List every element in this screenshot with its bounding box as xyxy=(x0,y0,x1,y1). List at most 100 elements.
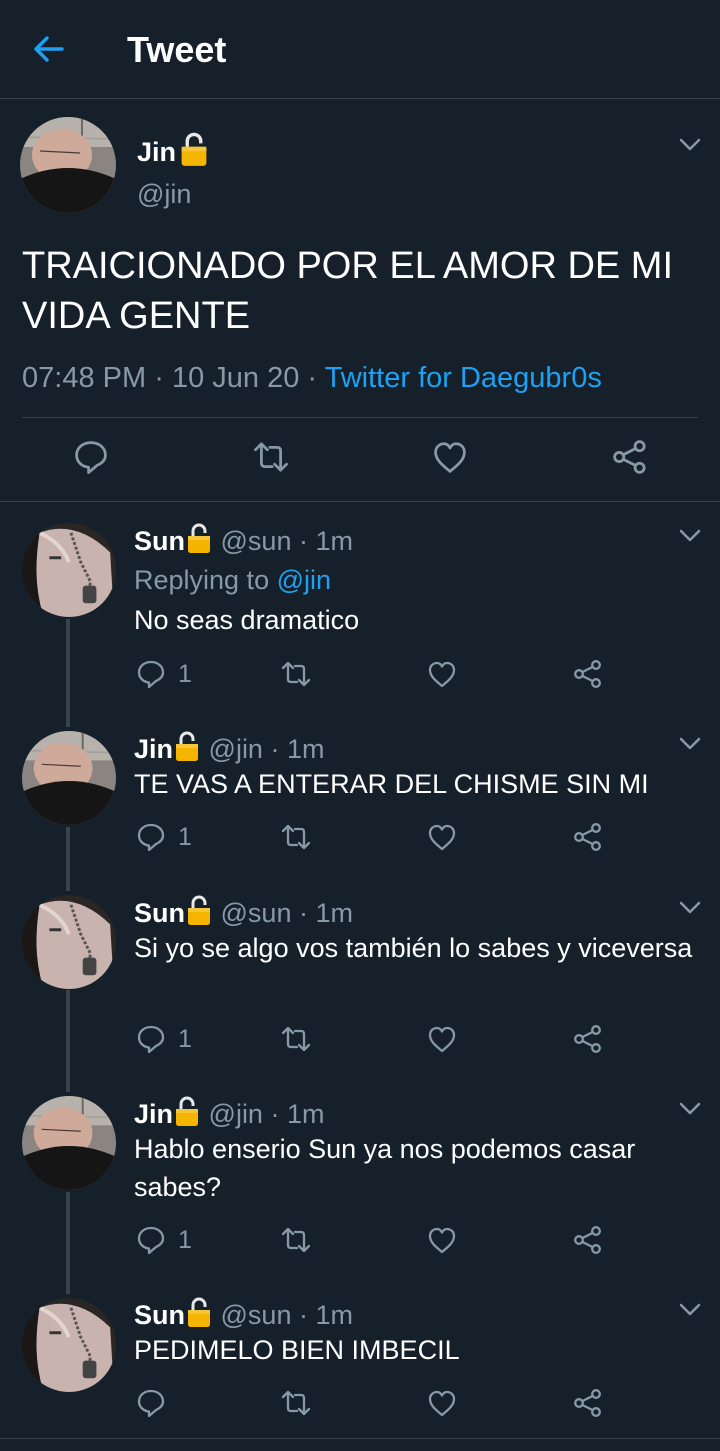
chevron-down-icon[interactable] xyxy=(679,901,701,915)
retweet-icon xyxy=(281,659,311,689)
share-button[interactable] xyxy=(573,659,603,693)
chevron-down-icon[interactable] xyxy=(679,1303,701,1317)
reply-header: Sun @sun · 1m xyxy=(134,522,353,557)
lock-icon xyxy=(185,1296,213,1328)
author-handle[interactable]: @jin xyxy=(209,1099,263,1129)
top-app-bar: Tweet xyxy=(0,0,720,99)
share-icon xyxy=(573,1024,603,1054)
reply-button[interactable]: 1 xyxy=(136,822,192,856)
share-icon xyxy=(573,822,603,852)
like-icon xyxy=(427,1225,457,1255)
reply-time: · 1m xyxy=(270,734,325,764)
retweet-icon xyxy=(281,822,311,852)
author-handle[interactable]: @sun xyxy=(221,1300,292,1330)
share-button[interactable] xyxy=(573,822,603,856)
lock-icon xyxy=(185,522,213,554)
retweet-button[interactable] xyxy=(281,822,311,856)
author-handle[interactable]: @sun xyxy=(221,526,292,556)
reply-count: 1 xyxy=(178,659,192,688)
thread-line xyxy=(66,1192,70,1294)
reply-header: Sun @sun · 1m xyxy=(134,1296,353,1331)
like-button[interactable] xyxy=(427,659,457,693)
like-button[interactable] xyxy=(427,1388,457,1422)
reply-icon xyxy=(136,1388,166,1418)
page-title: Tweet xyxy=(127,29,227,70)
author-name[interactable]: Sun xyxy=(134,1300,185,1330)
like-icon xyxy=(427,822,457,852)
like-button[interactable] xyxy=(427,822,457,856)
back-arrow-icon[interactable] xyxy=(26,26,72,72)
retweet-icon xyxy=(281,1225,311,1255)
like-icon xyxy=(427,1024,457,1054)
tweet-time: 07:48 PM xyxy=(22,362,147,394)
reply-text: No seas dramatico xyxy=(134,605,360,635)
lock-icon xyxy=(173,1095,201,1127)
reply-icon xyxy=(136,1225,166,1255)
retweet-icon xyxy=(281,1024,311,1054)
meta-separator: · xyxy=(307,362,318,394)
retweet-button[interactable] xyxy=(281,659,311,693)
tweet-source-link[interactable]: Twitter for Daegubr0s xyxy=(325,362,602,394)
avatar[interactable] xyxy=(22,523,116,617)
retweet-button[interactable] xyxy=(281,1024,311,1058)
reply-button[interactable]: 1 xyxy=(136,659,192,693)
share-icon xyxy=(573,1225,603,1255)
lock-icon xyxy=(173,730,201,762)
avatar[interactable] xyxy=(22,731,116,825)
share-button[interactable] xyxy=(573,1225,603,1259)
reply-icon xyxy=(136,659,166,689)
divider xyxy=(22,417,698,418)
author-name[interactable]: Jin xyxy=(134,734,173,764)
chevron-down-icon[interactable] xyxy=(679,1102,701,1116)
share-button[interactable] xyxy=(573,1388,603,1422)
reply-text: Hablo enserio Sun ya nos podemos casar s… xyxy=(134,1134,636,1202)
like-icon[interactable] xyxy=(432,439,468,475)
chevron-down-icon[interactable] xyxy=(679,138,701,152)
retweet-button[interactable] xyxy=(281,1225,311,1259)
lock-icon xyxy=(178,131,210,167)
like-button[interactable] xyxy=(427,1225,457,1259)
retweet-button[interactable] xyxy=(281,1388,311,1422)
reply-icon xyxy=(136,1024,166,1054)
retweet-icon[interactable] xyxy=(253,439,289,475)
share-button[interactable] xyxy=(573,1024,603,1058)
reply-time: · 1m xyxy=(298,1300,353,1330)
avatar[interactable] xyxy=(22,1298,116,1392)
reply-icon xyxy=(136,822,166,852)
retweet-icon xyxy=(281,1388,311,1418)
author-handle[interactable]: @jin xyxy=(209,734,263,764)
reply-button[interactable]: 1 xyxy=(136,1225,192,1259)
lock-icon xyxy=(185,894,213,926)
author-name[interactable]: Sun xyxy=(134,526,185,556)
author-handle[interactable]: @jin xyxy=(137,178,191,210)
reply-text: TE VAS A ENTERAR DEL CHISME SIN MI xyxy=(134,769,649,799)
tweet-date: 10 Jun 20 xyxy=(171,362,300,394)
reply-icon[interactable] xyxy=(73,439,109,475)
author-name[interactable]: Jin xyxy=(134,1099,173,1129)
replying-label: Replying to xyxy=(134,565,270,595)
reply-header: Jin @jin · 1m xyxy=(134,1095,324,1130)
reply-button[interactable]: 1 xyxy=(136,1024,192,1058)
reply-button[interactable] xyxy=(136,1388,178,1422)
share-icon xyxy=(573,659,603,689)
like-button[interactable] xyxy=(427,1024,457,1058)
avatar[interactable] xyxy=(22,895,116,989)
reply-header: Jin @jin · 1m xyxy=(134,730,324,765)
avatar[interactable] xyxy=(22,1096,116,1190)
thread-line xyxy=(66,827,70,891)
author-handle[interactable]: @sun xyxy=(221,898,292,928)
reply-count: 1 xyxy=(178,1024,192,1053)
replying-to: Replying to @jin xyxy=(134,564,331,596)
like-icon xyxy=(427,659,457,689)
chevron-down-icon[interactable] xyxy=(679,529,701,543)
share-icon xyxy=(573,1388,603,1418)
chevron-down-icon[interactable] xyxy=(679,737,701,751)
author-name[interactable]: Sun xyxy=(134,898,185,928)
share-icon[interactable] xyxy=(612,439,648,475)
reply-text: PEDIMELO BIEN IMBECIL xyxy=(134,1335,460,1365)
main-tweet: Jin @jin TRAICIONADO POR EL AMOR DE MI V… xyxy=(0,99,720,502)
avatar[interactable] xyxy=(20,117,116,213)
reply-text: Si yo se algo vos también lo sabes y vic… xyxy=(134,933,693,963)
author-name[interactable]: Jin xyxy=(137,131,210,168)
replying-to-handle[interactable]: @jin xyxy=(277,565,331,595)
